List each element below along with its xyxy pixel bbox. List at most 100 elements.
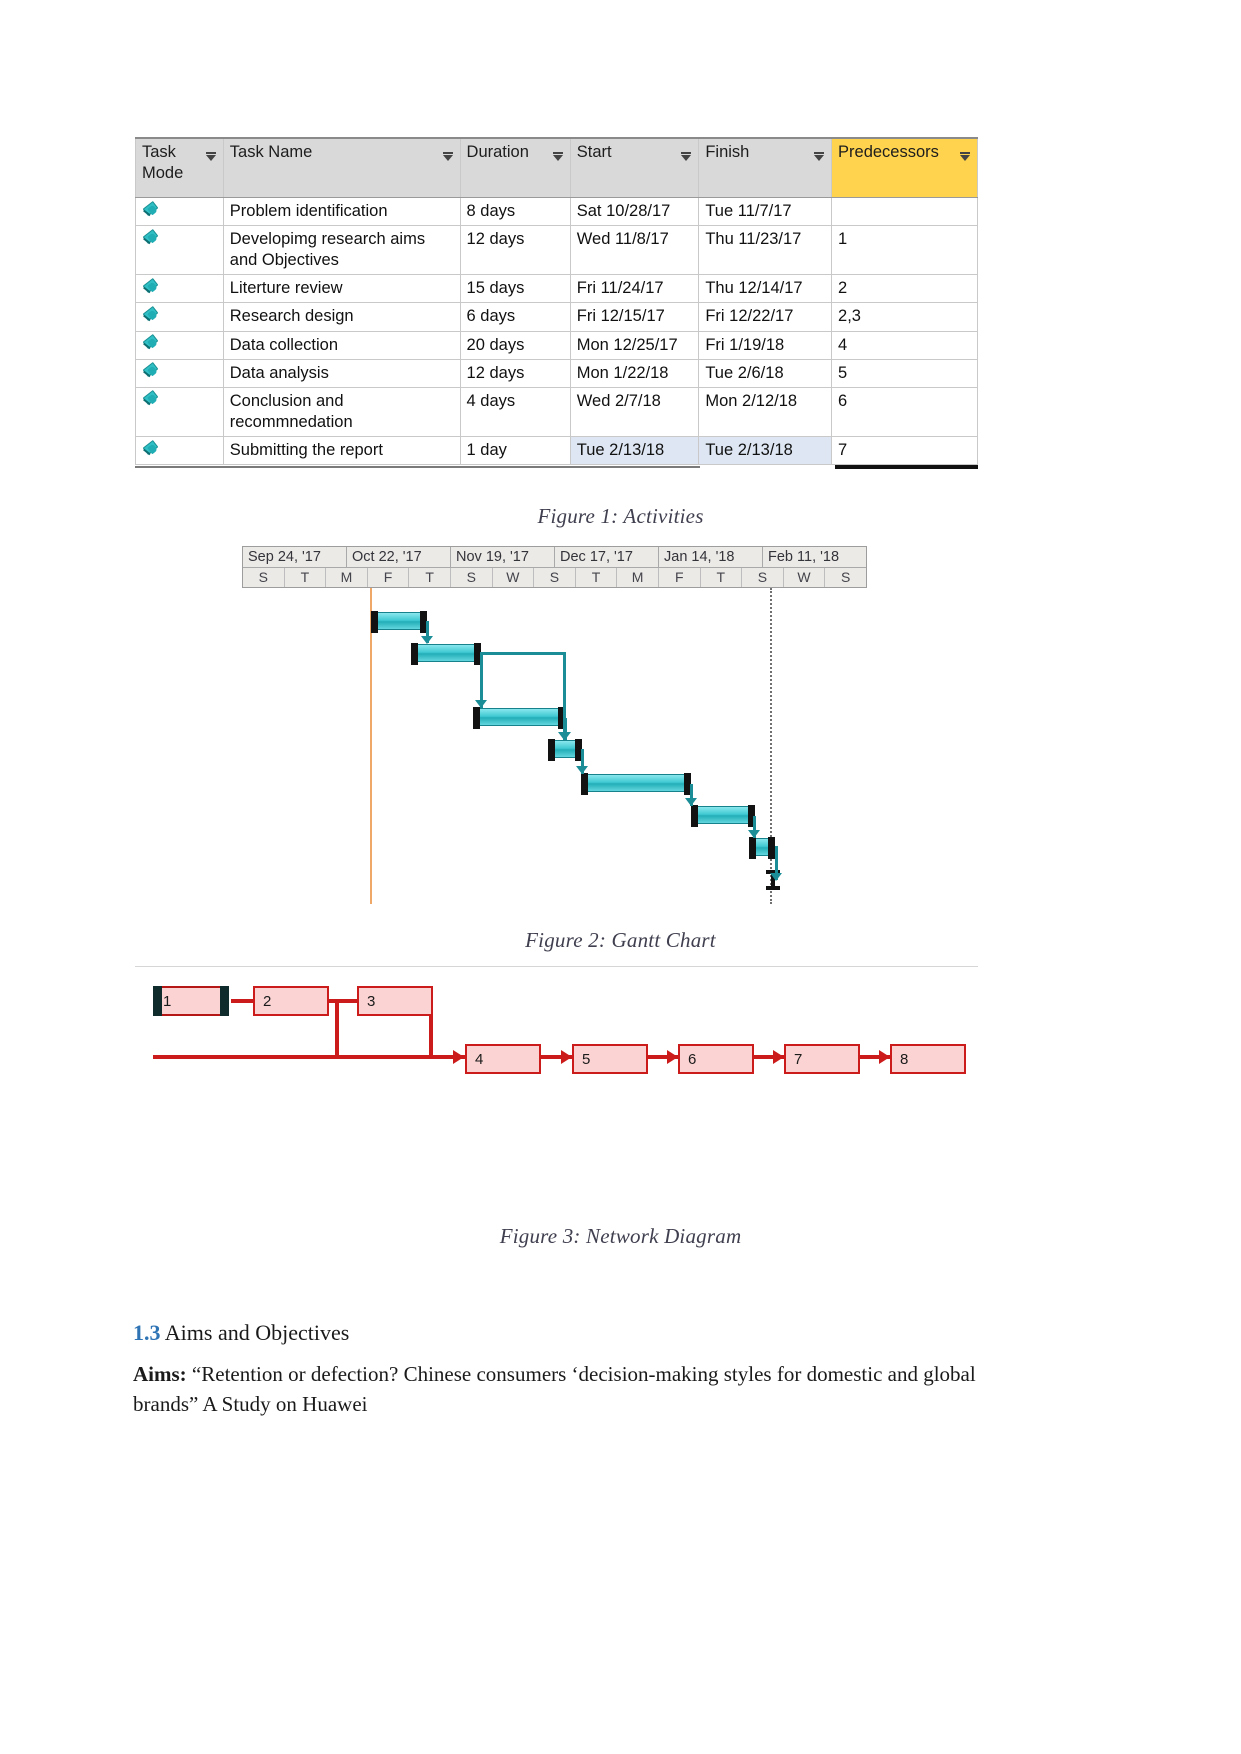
section-number: 1.3 xyxy=(133,1320,161,1345)
gantt-bar[interactable] xyxy=(691,805,755,827)
network-node-label: 2 xyxy=(263,993,272,1010)
task-mode-cell[interactable] xyxy=(135,330,224,360)
network-node[interactable]: 1 xyxy=(153,986,229,1016)
table-row[interactable]: Submitting the report 1 day Tue 2/13/18 Tue… xyxy=(135,435,978,466)
table-row[interactable]: Problem identification 8 days Sat 10/28/17… xyxy=(135,196,978,227)
task-mode-cell[interactable] xyxy=(135,274,224,304)
network-node[interactable]: 2 xyxy=(253,986,329,1016)
duration-cell[interactable]: 20 days xyxy=(459,330,571,360)
column-header-duration-label: Duration xyxy=(466,143,529,161)
filter-dropdown-icon[interactable] xyxy=(552,152,563,161)
network-node[interactable]: 7 xyxy=(784,1044,860,1074)
gantt-day-label: S xyxy=(742,568,784,587)
start-date-cell[interactable]: Mon 12/25/17 xyxy=(569,330,700,360)
predecessors-cell[interactable]: 6 xyxy=(831,386,978,437)
finish-date-cell[interactable]: Fri 12/22/17 xyxy=(698,302,833,332)
finish-date-cell[interactable]: Tue 2/13/18 xyxy=(698,435,833,466)
predecessors-cell[interactable]: 4 xyxy=(831,330,978,360)
table-row[interactable]: Conclusion and recommnedation 4 days Wed 2… xyxy=(135,386,978,437)
duration-cell[interactable]: 12 days xyxy=(459,225,571,276)
predecessors-cell[interactable]: 5 xyxy=(831,358,978,388)
finish-date-cell[interactable]: Thu 11/23/17 xyxy=(698,225,833,276)
column-header-predecessors[interactable]: Predecessors xyxy=(831,137,978,198)
gantt-bar[interactable] xyxy=(411,643,481,665)
column-header-duration[interactable]: Duration xyxy=(459,137,571,198)
predecessors-cell[interactable]: 7 xyxy=(831,435,978,466)
duration-cell[interactable]: 15 days xyxy=(459,274,571,304)
finish-date-cell[interactable]: Fri 1/19/18 xyxy=(698,330,833,360)
finish-date-cell[interactable]: Tue 2/6/18 xyxy=(698,358,833,388)
start-date-cell[interactable]: Fri 12/15/17 xyxy=(569,302,700,332)
predecessors-cell[interactable]: 2,3 xyxy=(831,302,978,332)
task-mode-cell[interactable] xyxy=(135,225,224,276)
network-node[interactable]: 3 xyxy=(357,986,433,1016)
start-date-cell[interactable]: Wed 11/8/17 xyxy=(569,225,700,276)
task-name-cell[interactable]: Conclusion and recommnedation xyxy=(222,386,461,437)
pin-icon xyxy=(142,334,159,354)
network-node[interactable]: 8 xyxy=(890,1044,966,1074)
table-row[interactable]: Developimg research aims and Objectives 1… xyxy=(135,225,978,276)
duration-cell[interactable]: 6 days xyxy=(459,302,571,332)
duration-cell[interactable]: 12 days xyxy=(459,358,571,388)
predecessors-cell[interactable] xyxy=(831,196,978,227)
gantt-bar[interactable] xyxy=(581,773,691,795)
filter-dropdown-icon[interactable] xyxy=(960,152,970,161)
task-name-cell[interactable]: Submitting the report xyxy=(222,435,461,466)
gantt-day-label: W xyxy=(493,568,535,587)
finish-date-cell[interactable]: Mon 2/12/18 xyxy=(698,386,833,437)
task-name-cell[interactable]: Data analysis xyxy=(222,358,461,388)
gantt-bar[interactable] xyxy=(371,611,427,633)
start-date-cell[interactable]: Wed 2/7/18 xyxy=(569,386,700,437)
table-row[interactable]: Literture review 15 days Fri 11/24/17 Thu 1… xyxy=(135,274,978,304)
column-header-finish[interactable]: Finish xyxy=(698,137,833,198)
gantt-bar[interactable] xyxy=(473,707,565,729)
start-date-cell[interactable]: Mon 1/22/18 xyxy=(569,358,700,388)
network-node-label: 6 xyxy=(688,1051,697,1068)
table-bottom-rule xyxy=(135,466,700,469)
network-node-label: 8 xyxy=(900,1051,909,1068)
filter-dropdown-icon[interactable] xyxy=(442,152,453,161)
task-name-cell[interactable]: Developimg research aims and Objectives xyxy=(222,225,461,276)
task-name-cell[interactable]: Research design xyxy=(222,302,461,332)
start-date-cell[interactable]: Tue 2/13/18 xyxy=(569,435,700,466)
duration-cell[interactable]: 8 days xyxy=(459,196,571,227)
pin-icon xyxy=(142,306,159,326)
network-arrow-icon xyxy=(453,1050,464,1064)
predecessors-cell[interactable]: 2 xyxy=(831,274,978,304)
task-mode-cell[interactable] xyxy=(135,196,224,227)
pin-icon xyxy=(142,277,159,298)
column-header-task-name[interactable]: Task Name xyxy=(222,137,461,198)
column-header-start[interactable]: Start xyxy=(569,137,700,198)
table-row[interactable]: Research design 6 days Fri 12/15/17 Fri 12/… xyxy=(135,302,978,332)
task-mode-cell[interactable] xyxy=(135,302,224,332)
task-mode-cell[interactable] xyxy=(135,435,224,466)
filter-dropdown-icon[interactable] xyxy=(681,152,692,161)
duration-cell[interactable]: 1 day xyxy=(459,435,571,466)
start-date-cell[interactable]: Fri 11/24/17 xyxy=(569,274,700,304)
finish-date-cell[interactable]: Thu 12/14/17 xyxy=(698,274,833,304)
task-name-cell[interactable]: Literture review xyxy=(222,274,461,304)
task-name-cell[interactable]: Data collection xyxy=(222,330,461,360)
task-mode-cell[interactable] xyxy=(135,358,224,388)
network-node[interactable]: 6 xyxy=(678,1044,754,1074)
node-cap-right xyxy=(220,986,229,1016)
gantt-month-label: Oct 22, '17 xyxy=(347,547,451,567)
start-date-cell[interactable]: Sat 10/28/17 xyxy=(569,196,700,227)
table-row[interactable]: Data analysis 12 days Mon 1/22/18 Tue 2/6/1… xyxy=(135,358,978,388)
gantt-bar[interactable] xyxy=(749,837,775,859)
task-mode-cell[interactable] xyxy=(135,386,224,437)
network-arrow-icon xyxy=(667,1050,678,1064)
predecessors-cell[interactable]: 1 xyxy=(831,225,978,276)
table-row[interactable]: Data collection 20 days Mon 12/25/17 Fri 1/… xyxy=(135,330,978,360)
gantt-bar[interactable] xyxy=(548,739,582,761)
network-node[interactable]: 4 xyxy=(465,1044,541,1074)
network-node[interactable]: 5 xyxy=(572,1044,648,1074)
gantt-day-label: W xyxy=(784,568,826,587)
filter-dropdown-icon[interactable] xyxy=(205,152,216,161)
task-name-cell[interactable]: Problem identification xyxy=(222,196,461,227)
finish-date-cell[interactable]: Tue 11/7/17 xyxy=(698,196,833,227)
filter-dropdown-icon[interactable] xyxy=(814,152,825,161)
duration-cell[interactable]: 4 days xyxy=(459,386,571,437)
column-header-task-mode[interactable]: Task Mode xyxy=(135,137,224,198)
gantt-month-label: Dec 17, '17 xyxy=(555,547,659,567)
